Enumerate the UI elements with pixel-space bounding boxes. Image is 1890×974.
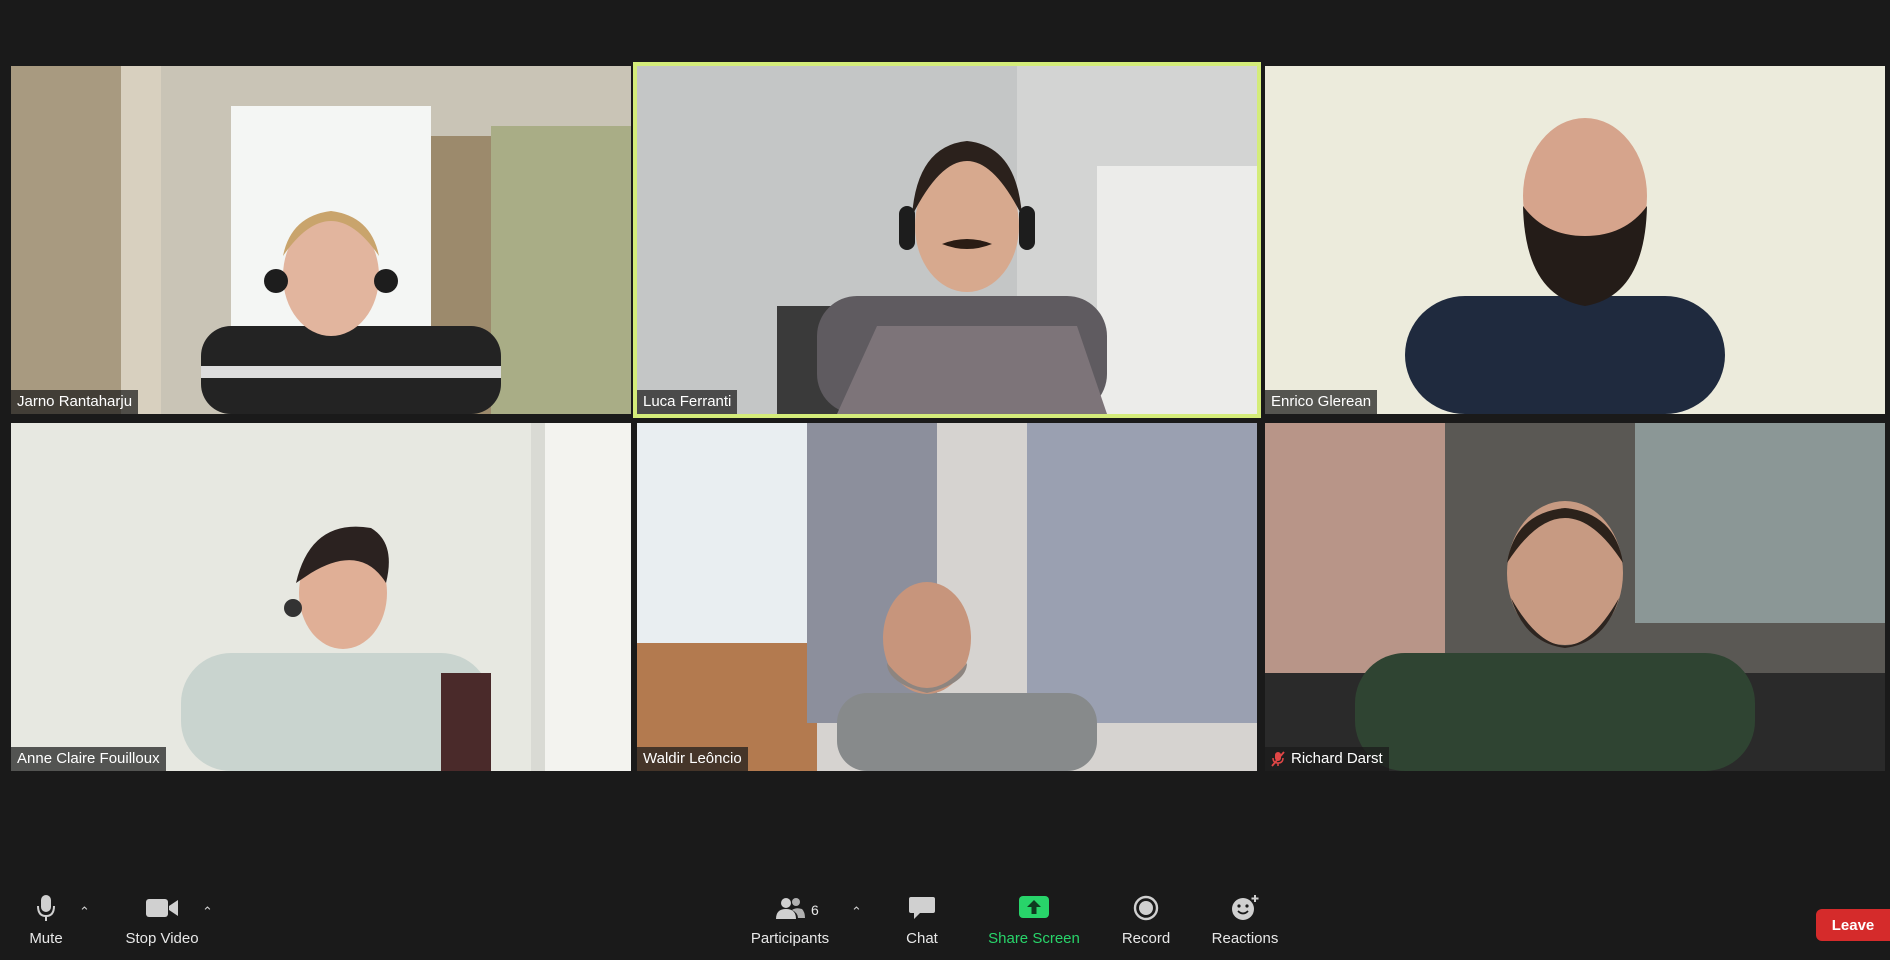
video-tile-waldir[interactable]: Waldir Leôncio (637, 423, 1257, 771)
video-tile-richard[interactable]: Richard Darst (1265, 423, 1885, 771)
video-feed (637, 423, 1257, 771)
stop-video-label: Stop Video (125, 930, 199, 947)
mute-button[interactable]: Mute (22, 888, 70, 960)
window-bottom-edge (0, 960, 1890, 974)
video-tile-enrico[interactable]: Enrico Glerean (1265, 66, 1885, 414)
share-screen-label: Share Screen (988, 930, 1080, 947)
video-gallery: Jarno Rantaharju Luca Ferranti Enrico Gl… (0, 0, 1890, 800)
mute-label: Mute (29, 930, 63, 947)
participants-button[interactable]: Participants (748, 888, 832, 960)
participant-nameplate: Richard Darst (1265, 747, 1389, 771)
participant-name: Luca Ferranti (643, 393, 732, 410)
leave-button[interactable]: Leave (1816, 909, 1890, 941)
video-tile-anne-claire[interactable]: Anne Claire Fouilloux (11, 423, 631, 771)
reactions-label: Reactions (1211, 930, 1279, 947)
share-screen-icon (1019, 896, 1049, 918)
record-icon (1133, 895, 1159, 921)
video-feed (1265, 66, 1885, 414)
record-label: Record (1121, 930, 1171, 947)
video-tile-jarno[interactable]: Jarno Rantaharju (11, 66, 631, 414)
participant-name: Richard Darst (1291, 750, 1383, 767)
microphone-icon (37, 895, 55, 921)
audio-options-caret-up-icon[interactable]: ⌃ (79, 904, 90, 920)
reactions-icon (1232, 895, 1259, 920)
participant-nameplate: Luca Ferranti (637, 390, 738, 414)
record-button[interactable]: Record (1119, 888, 1173, 960)
share-screen-button[interactable]: Share Screen (986, 888, 1082, 960)
chat-icon (909, 897, 935, 919)
participant-nameplate: Enrico Glerean (1265, 390, 1378, 414)
video-tile-luca[interactable]: Luca Ferranti (633, 62, 1261, 418)
reactions-button[interactable]: Reactions (1206, 888, 1284, 960)
participants-count: 6 (811, 902, 819, 918)
participant-name: Enrico Glerean (1271, 393, 1372, 410)
participants-icon (776, 898, 805, 919)
meeting-toolbar: Mute ⌃ Stop Video ⌃ Participants 6 ⌃ Cha… (0, 888, 1890, 960)
participants-options-caret-up-icon[interactable]: ⌃ (851, 904, 862, 920)
participants-label: Participants (750, 930, 830, 947)
chat-button[interactable]: Chat (896, 888, 948, 960)
muted-mic-icon (1271, 751, 1285, 767)
participant-nameplate: Waldir Leôncio (637, 747, 748, 771)
video-options-caret-up-icon[interactable]: ⌃ (202, 904, 213, 920)
participant-nameplate: Anne Claire Fouilloux (11, 747, 166, 771)
video-feed (637, 66, 1257, 414)
participant-name: Jarno Rantaharju (17, 393, 133, 410)
video-camera-icon (146, 899, 178, 917)
chat-label: Chat (906, 930, 938, 947)
participant-nameplate: Jarno Rantaharju (11, 390, 139, 414)
video-feed (1265, 423, 1885, 771)
video-feed (11, 66, 631, 414)
participant-name: Waldir Leôncio (643, 750, 742, 767)
participant-name: Anne Claire Fouilloux (17, 750, 160, 767)
video-feed (11, 423, 631, 771)
stop-video-button[interactable]: Stop Video (120, 888, 204, 960)
